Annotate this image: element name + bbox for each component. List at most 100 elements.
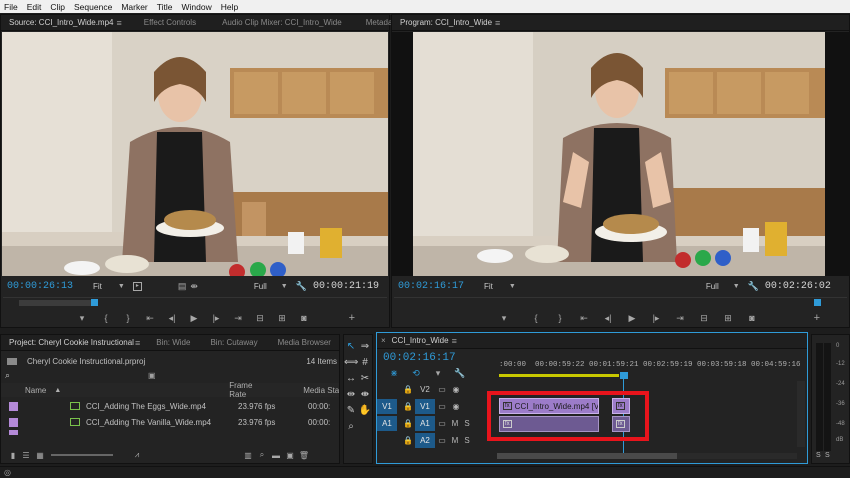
eye-icon[interactable]: ◉ [449,385,463,394]
tab-program[interactable]: Program: CCI_Intro_Wide [392,18,500,27]
chevron-down-icon[interactable]: ▼ [118,283,125,290]
zoom-slider[interactable] [51,454,113,456]
solo-right-button[interactable]: S [825,452,834,459]
program-playhead-timecode[interactable]: 00:02:16:17 [398,281,464,292]
step-back-icon[interactable]: ◂| [161,313,183,324]
sync-lock-icon[interactable]: ▭ [435,402,449,411]
tab-menu-icon[interactable]: ≡ [495,18,500,28]
status-icon[interactable]: ◎ [4,468,11,477]
mute-button[interactable]: M [449,436,461,445]
solo-left-button[interactable]: S [816,452,825,459]
pen-tool-icon[interactable]: ✎ [344,405,358,421]
column-media-start[interactable]: Media Start [303,386,339,395]
tab-media-browser[interactable]: Media Browser [270,338,339,347]
ripple-edit-tool-icon[interactable]: ⟺ [344,357,358,373]
tab-menu-icon[interactable]: ≡ [135,338,140,348]
list-item[interactable]: CCI_Adding The Eggs_Wide.mp4 23.976 fps … [1,398,339,414]
camera-icon[interactable]: ◙ [293,313,315,323]
source-patch-a1[interactable]: A1 [377,416,397,431]
clear-icon[interactable]: 🗑 [297,451,311,460]
source-time-ruler[interactable] [3,297,387,307]
wrench-icon[interactable]: 🔧 [296,281,307,292]
menu-marker[interactable]: Marker [121,2,147,12]
menu-clip[interactable]: Clip [50,2,65,12]
timeline-horizontal-scrollbar[interactable] [497,453,797,459]
selection-tool-icon[interactable]: ↖ [344,341,358,357]
extract-icon[interactable]: ⊞ [716,313,740,324]
drag-video-icon[interactable]: ⇼ [190,281,198,292]
add-marker-icon[interactable]: ▾ [484,313,524,324]
source-patch-v1[interactable]: V1 [377,399,397,414]
solo-button[interactable]: S [461,419,473,428]
source-quality-dropdown[interactable]: Full [254,282,267,291]
program-fit-dropdown[interactable]: Fit [484,282,493,291]
sync-lock-icon[interactable]: ▭ [435,385,449,394]
work-area-bar[interactable] [499,374,619,377]
timeline-vertical-scrollbar[interactable] [797,381,805,447]
source-fit-dropdown[interactable]: Fit [93,282,102,291]
chevron-down-icon[interactable]: ▼ [281,283,288,290]
search-icon[interactable]: ⌕ [5,370,10,381]
lock-icon[interactable]: 🔒 [401,402,415,411]
menu-title[interactable]: Title [157,2,173,12]
menu-edit[interactable]: Edit [27,2,42,12]
lock-icon[interactable]: 🔒 [401,385,415,394]
razor-tool-icon[interactable]: ✂ [358,373,372,389]
slip-tool-icon[interactable]: ⇹ [344,389,358,405]
menu-file[interactable]: File [4,2,18,12]
slide-tool-icon[interactable]: ⇼ [358,389,372,405]
icon-view-icon[interactable]: ▦ [33,451,47,460]
find-icon[interactable]: ⌕ [255,450,269,460]
go-to-out-icon[interactable]: ⇥ [668,313,692,324]
menu-help[interactable]: Help [221,2,238,12]
tab-audio-clip-mixer[interactable]: Audio Clip Mixer: CCI_Intro_Wide [214,18,350,27]
add-marker-icon[interactable]: ▾ [69,313,95,324]
export-frame-icon[interactable]: ▤ [178,281,187,292]
automate-to-sequence-icon[interactable]: ▥ [241,451,255,460]
new-bin-icon[interactable]: ▬ [269,451,283,460]
timeline-playhead-marker[interactable] [620,372,628,379]
mute-button[interactable]: M [449,419,461,428]
track-a1-label[interactable]: A1 [415,416,435,431]
scrollbar-thumb[interactable] [497,453,677,459]
lock-icon[interactable]: ▮ [7,451,19,460]
wrench-icon[interactable]: 🔧 [748,281,759,292]
chevron-down-icon[interactable]: ▼ [509,283,516,290]
add-button-icon[interactable]: + [764,312,820,324]
step-forward-icon[interactable]: |▸ [205,313,227,324]
tab-source[interactable]: Source: CCI_Intro_Wide.mp4 [1,18,122,27]
timeline-ruler[interactable]: :00:00 00:00:59:22 00:01:59:21 00:02:59:… [497,361,801,381]
track-v2-label[interactable]: V2 [415,382,435,397]
sync-lock-icon[interactable]: ▭ [435,436,449,445]
play-icon[interactable]: ▶ [183,313,205,324]
mark-in-icon[interactable]: { [95,313,117,323]
track-v1-label[interactable]: V1 [415,399,435,414]
sort-icons-icon[interactable]: ⩘ [127,450,147,460]
eye-icon[interactable]: ◉ [449,402,463,411]
insert-icon[interactable]: ⊟ [249,313,271,324]
tab-effect-controls[interactable]: Effect Controls [136,18,204,27]
add-marker-icon[interactable]: ▾ [427,368,449,379]
step-forward-icon[interactable]: |▸ [644,313,668,324]
sort-up-icon[interactable]: ▲ [54,387,61,394]
go-to-in-icon[interactable]: ⇤ [139,313,161,324]
lock-icon[interactable]: 🔒 [401,436,415,445]
go-to-out-icon[interactable]: ⇥ [227,313,249,324]
go-to-in-icon[interactable]: ⇤ [572,313,596,324]
list-item-partial[interactable] [1,430,339,435]
list-view-icon[interactable]: ☰ [19,451,33,460]
mark-out-icon[interactable]: } [548,313,572,323]
sync-lock-icon[interactable]: ▭ [435,419,449,428]
hand-tool-icon[interactable]: ✋ [358,405,372,421]
program-time-ruler[interactable] [394,297,847,307]
new-bin-from-search-icon[interactable]: ▣ [148,371,156,380]
safe-margins-icon[interactable]: ▸ [132,281,142,291]
tab-menu-icon[interactable]: ≡ [452,336,457,346]
program-quality-dropdown[interactable]: Full [706,282,719,291]
tab-bin-wide[interactable]: Bin: Wide [148,338,198,347]
tab-project[interactable]: Project: Cheryl Cookie Instructional [1,338,140,347]
solo-button[interactable]: S [461,436,473,445]
tab-sequence[interactable]: CCI_Intro_Wide [386,336,457,345]
linked-selection-icon[interactable]: ⟲ [405,368,427,379]
camera-icon[interactable]: ◙ [740,313,764,323]
